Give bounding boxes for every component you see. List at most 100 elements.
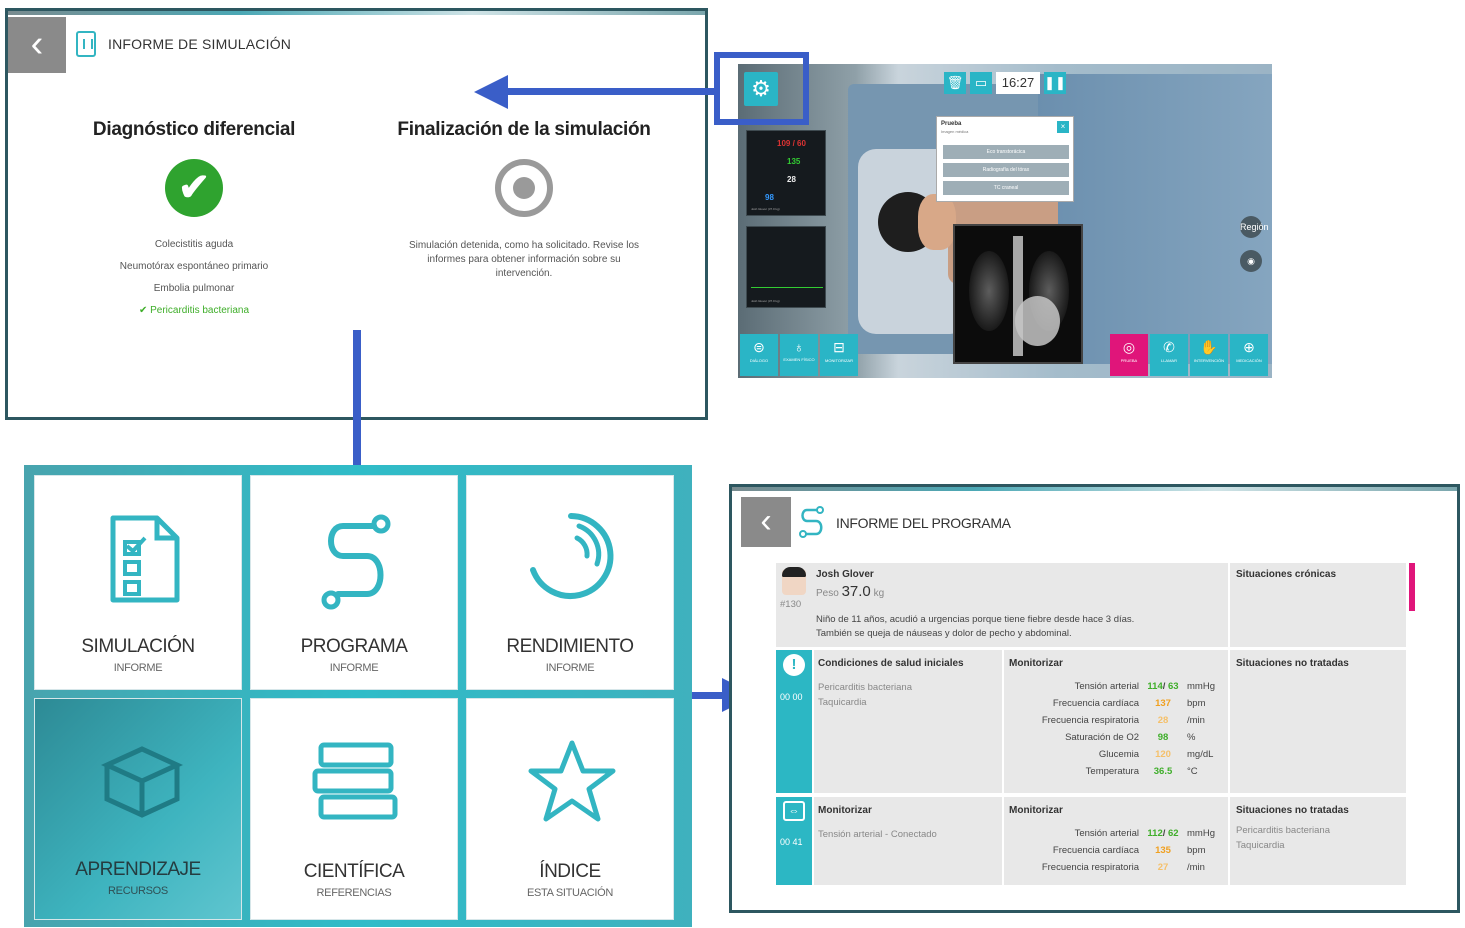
tile-performance[interactable]: RENDIMIENTO INFORME — [466, 475, 674, 690]
alert-icon: ! — [783, 654, 805, 676]
tile-subtitle: REFERENCIAS — [316, 887, 392, 899]
performance-arc-icon — [530, 513, 614, 599]
vital-row: Frecuencia cardíaca 135 bpm — [1014, 842, 1234, 859]
event-time: 00 41 — [780, 837, 803, 847]
page-title: INFORME DE SIMULACIÓN — [108, 36, 292, 52]
vital-value: 112 — [1147, 828, 1163, 839]
vital-label: Frecuencia respiratoria — [1041, 715, 1139, 726]
untreated-item: Taquicardia — [1236, 840, 1285, 851]
timer: 16:27 — [996, 72, 1040, 94]
chronic-label: Situaciones crónicas — [1236, 569, 1337, 580]
path-s-icon — [321, 514, 391, 610]
folder-icon[interactable]: ▭ — [970, 72, 992, 94]
patient-weight: Peso 37.0 kg — [816, 583, 884, 600]
eye-icon[interactable]: ◉ — [1240, 250, 1262, 272]
call-label: LLAMAR — [1160, 358, 1177, 363]
tile-title: PROGRAMA — [300, 636, 408, 657]
vitals-monitor: 109 / 60 135 28 98 Josh Glover (37.0 kg) — [746, 130, 826, 216]
tile-title: ÍNDICE — [539, 861, 601, 882]
col-title: Monitorizar — [818, 805, 872, 816]
scrollbar-thumb[interactable] — [1409, 563, 1415, 611]
intervention-button[interactable]: ✋ INTERVENCIÓN — [1190, 334, 1228, 376]
patient-id: #130 — [780, 599, 802, 610]
correct-check-icon: ✔ — [138, 305, 148, 316]
phone-icon: ✆ — [1163, 339, 1175, 355]
tile-subtitle: INFORME — [113, 662, 163, 674]
medication-button[interactable]: ⊕ MEDICACIÓN — [1230, 334, 1268, 376]
call-button[interactable]: ✆ LLAMAR — [1150, 334, 1188, 376]
col-title: Situaciones no tratadas — [1236, 658, 1349, 669]
event-sidebar: ! 00 00 — [776, 650, 812, 793]
col-title: Situaciones no tratadas — [1236, 805, 1349, 816]
vital-label: Temperatura — [1085, 766, 1139, 777]
divider — [1228, 563, 1230, 647]
xray-heart — [1015, 296, 1060, 346]
tile-subtitle: INFORME — [545, 662, 595, 674]
vital-label: Frecuencia cardíaca — [1052, 845, 1139, 856]
checklist-icon — [110, 515, 180, 603]
monitor-label: MONITORIZAR — [825, 358, 853, 363]
program-report-panel: ‹ INFORME DEL PROGRAMA #130 Josh Glover … — [729, 484, 1460, 913]
test-popup: Prueba Imagen médica × Eco transtorácica… — [936, 116, 1074, 202]
pause-icon[interactable]: ❚❚ — [1044, 72, 1066, 94]
back-button[interactable]: ‹ — [741, 497, 791, 547]
dialog-button[interactable]: ⊜ DIÁLOGO — [740, 334, 778, 376]
popup-option[interactable]: Eco transtorácica — [943, 145, 1069, 159]
physical-exam-button[interactable]: ♁ EXAMEN FÍSICO — [780, 334, 818, 376]
test-button[interactable]: ◎ PRUEBA — [1110, 334, 1148, 376]
event-item: Tensión arterial - Conectado — [818, 829, 937, 840]
trash-icon[interactable]: 🗑 — [944, 72, 966, 94]
condition-item: Taquicardia — [818, 697, 867, 708]
reports-menu: SIMULACIÓN INFORME PROGRAMA INFORME REND… — [24, 465, 692, 927]
vital-row: Temperatura 36.5 °C — [1014, 763, 1234, 780]
arrow-left — [505, 88, 717, 95]
vital-value: 27 — [1157, 862, 1169, 873]
region-button[interactable]: Región — [1240, 216, 1269, 238]
vital-value: 63 — [1168, 681, 1179, 692]
patient-desc: También se queja de náuseas y dolor de p… — [816, 628, 1072, 639]
close-icon[interactable]: × — [1057, 121, 1069, 133]
event-time: 00 00 — [780, 692, 803, 702]
vital-row: Frecuencia respiratoria 27/min — [1014, 859, 1234, 876]
tile-program[interactable]: PROGRAMA INFORME — [250, 475, 458, 690]
monitor-icon: ⊟ — [833, 339, 845, 355]
correct-diagnosis-label: Pericarditis bacteriana — [150, 305, 250, 316]
patient-face — [918, 194, 956, 250]
vital-unit: mg/dL — [1187, 749, 1214, 760]
monitor-button[interactable]: ⊟ MONITORIZAR — [820, 334, 858, 376]
medication-label: MEDICACIÓN — [1236, 358, 1262, 363]
popup-option[interactable]: Radiografía del tórax — [943, 163, 1069, 177]
tile-simulation[interactable]: SIMULACIÓN INFORME — [34, 475, 242, 690]
tile-index[interactable]: ÍNDICE ESTA SITUACIÓN — [466, 698, 674, 920]
top-stripe — [8, 11, 705, 15]
untreated-item: Pericarditis bacteriana — [1236, 825, 1330, 836]
vital-label: Saturación de O2 — [1065, 732, 1139, 743]
vital-label: Frecuencia cardíaca — [1052, 698, 1139, 709]
ecg-patient: Josh Glover (37.0 kg) — [751, 299, 780, 303]
divider — [1228, 650, 1230, 793]
box-icon — [100, 746, 184, 818]
event-sidebar: ⇔ 00 41 — [776, 797, 812, 885]
vital-value: 36.5 — [1153, 766, 1173, 777]
hand-icon: ✋ — [1200, 339, 1218, 355]
tile-learning[interactable]: APRENDIZAJE RECURSOS — [34, 698, 242, 920]
vital-unit: mmHg — [1187, 828, 1215, 839]
tile-title: SIMULACIÓN — [81, 636, 195, 657]
monitor-spo2: 98 — [765, 193, 774, 202]
popup-subtitle: Imagen médica — [941, 129, 969, 134]
vitals-list: Tensión arterial 114/ 63 mmHg Frecuencia c… — [1014, 678, 1234, 780]
vital-sep: / — [1162, 828, 1166, 839]
back-button[interactable]: ‹ — [8, 17, 66, 73]
popup-option[interactable]: TC craneal — [943, 181, 1069, 195]
tile-title: APRENDIZAJE — [75, 859, 201, 880]
popup-title: Prueba — [941, 121, 962, 127]
vital-value: 98 — [1157, 732, 1169, 743]
vital-value: 62 — [1168, 828, 1179, 839]
page-title: INFORME DEL PROGRAMA — [836, 515, 1011, 531]
tile-scientific[interactable]: CIENTÍFICA REFERENCIAS — [250, 698, 458, 920]
report-document-icon — [76, 31, 96, 57]
differential-diagnosis-heading: Diagnóstico diferencial — [92, 119, 296, 140]
check-circle-icon: ✔ — [165, 159, 223, 217]
weight-unit: kg — [873, 588, 885, 599]
books-icon — [312, 742, 398, 820]
